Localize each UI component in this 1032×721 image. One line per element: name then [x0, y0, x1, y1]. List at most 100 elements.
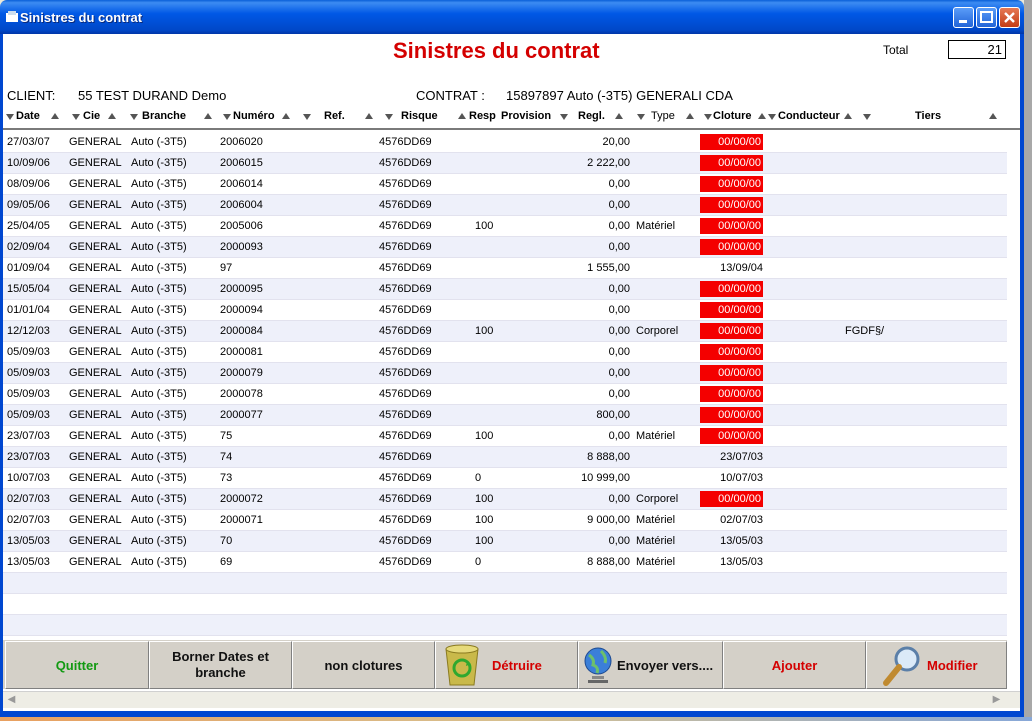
cell-cloture: 23/07/03 [720, 451, 763, 463]
cell-type: Matériel [636, 514, 676, 526]
table-row[interactable]: 08/09/06 GENERAL Auto (-3T5) 2006014 4576DD6… [3, 174, 1007, 195]
sort-asc-icon[interactable] [365, 113, 373, 119]
sort-desc-icon[interactable] [6, 114, 14, 120]
table-row[interactable]: 05/09/03 GENERAL Auto (-3T5) 2000077 4576DD6… [3, 405, 1007, 426]
scroll-left-icon[interactable]: ◀ [4, 693, 19, 707]
sort-asc-icon[interactable] [686, 113, 694, 119]
sort-asc-icon[interactable] [989, 113, 997, 119]
cell-date: 08/09/06 [7, 178, 50, 190]
sort-desc-icon[interactable] [704, 114, 712, 120]
table-row[interactable]: 01/09/04 GENERAL Auto (-3T5) 97 4576DD69 1 55… [3, 258, 1007, 279]
col-branche[interactable]: Branche [142, 110, 186, 122]
sort-desc-icon[interactable] [385, 114, 393, 120]
borner-dates-button[interactable]: Borner Dates et branche [149, 641, 292, 689]
cell-risque: 4576DD69 [379, 346, 432, 358]
table-row[interactable]: 10/09/06 GENERAL Auto (-3T5) 2006015 4576DD6… [3, 153, 1007, 174]
table-row[interactable]: 02/09/04 GENERAL Auto (-3T5) 2000093 4576DD6… [3, 237, 1007, 258]
table-row[interactable]: 02/07/03 GENERAL Auto (-3T5) 2000071 4576DD6… [3, 510, 1007, 531]
cell-risque: 4576DD69 [379, 283, 432, 295]
sort-asc-icon[interactable] [51, 113, 59, 119]
cell-cloture: 13/05/03 [720, 556, 763, 568]
minimize-button[interactable] [953, 7, 974, 28]
table-row[interactable]: 13/05/03 GENERAL Auto (-3T5) 69 4576DD69 0 Mat… [3, 552, 1007, 573]
table-row[interactable]: 05/09/03 GENERAL Auto (-3T5) 2000081 4576DD6… [3, 342, 1007, 363]
cell-type: Corporel [636, 325, 679, 337]
sort-asc-icon[interactable] [204, 113, 212, 119]
table-row[interactable]: 01/01/04 GENERAL Auto (-3T5) 2000094 4576DD6… [3, 300, 1007, 321]
horizontal-scrollbar[interactable]: ◀ ▶ [3, 691, 1020, 708]
col-numero[interactable]: Numéro [233, 110, 275, 122]
title-bar[interactable]: Sinistres du contrat [0, 0, 1024, 34]
sort-asc-icon[interactable] [615, 113, 623, 119]
table-row[interactable]: 25/04/05 GENERAL Auto (-3T5) 2005006 4576DD6… [3, 216, 1007, 237]
cell-cloture: 00/00/00 [700, 197, 763, 213]
col-conducteur[interactable]: Conducteur [778, 110, 840, 122]
detruire-button[interactable]: Détruire [435, 641, 578, 689]
envoyer-button[interactable]: Envoyer vers.... [578, 641, 723, 689]
table-row[interactable]: 23/07/03 GENERAL Auto (-3T5) 75 4576DD69 100 M… [3, 426, 1007, 447]
modifier-button[interactable]: Modifier [866, 641, 1007, 689]
sort-desc-icon[interactable] [303, 114, 311, 120]
sort-desc-icon[interactable] [768, 114, 776, 120]
cell-numero: 97 [220, 262, 233, 274]
cell-cie: GENERAL [69, 283, 122, 295]
table-row[interactable]: 09/05/06 GENERAL Auto (-3T5) 2006004 4576DD6… [3, 195, 1007, 216]
table-row[interactable]: 23/07/03 GENERAL Auto (-3T5) 74 4576DD69 8 88… [3, 447, 1007, 468]
cell-cloture: 13/09/04 [720, 262, 763, 274]
sort-desc-icon[interactable] [223, 114, 231, 120]
sort-asc-icon[interactable] [458, 113, 466, 119]
table-row[interactable]: 05/09/03 GENERAL Auto (-3T5) 2000079 4576DD6… [3, 363, 1007, 384]
sort-asc-icon[interactable] [758, 113, 766, 119]
cell-cie: GENERAL [69, 514, 122, 526]
maximize-button[interactable] [976, 7, 997, 28]
table-row[interactable]: 13/05/03 GENERAL Auto (-3T5) 70 4576DD69 100 M… [3, 531, 1007, 552]
sort-asc-icon[interactable] [108, 113, 116, 119]
col-date[interactable]: Date [16, 110, 40, 122]
col-regl[interactable]: Regl. [578, 110, 605, 122]
table-row[interactable]: 12/12/03 GENERAL Auto (-3T5) 2000084 4576DD6… [3, 321, 1007, 342]
cell-risque: 4576DD69 [379, 136, 432, 148]
close-button[interactable] [999, 7, 1020, 28]
sort-desc-icon[interactable] [637, 114, 645, 120]
col-ref[interactable]: Ref. [324, 110, 345, 122]
table-row[interactable]: 10/07/03 GENERAL Auto (-3T5) 73 4576DD69 0 10 … [3, 468, 1007, 489]
col-tiers[interactable]: Tiers [915, 110, 941, 122]
cell-branche: Auto (-3T5) [131, 325, 187, 337]
table-row[interactable]: 02/07/03 GENERAL Auto (-3T5) 2000072 4576DD6… [3, 489, 1007, 510]
col-type[interactable]: Type [651, 110, 675, 122]
sort-asc-icon[interactable] [844, 113, 852, 119]
cell-regl: 0,00 [608, 178, 630, 190]
cell-branche: Auto (-3T5) [131, 346, 187, 358]
quitter-button[interactable]: Quitter [5, 641, 149, 689]
sort-asc-icon[interactable] [282, 113, 290, 119]
cell-cloture: 00/00/00 [700, 134, 763, 150]
col-cloture[interactable]: Cloture [713, 110, 752, 122]
table-row[interactable]: 05/09/03 GENERAL Auto (-3T5) 2000078 4576DD6… [3, 384, 1007, 405]
table-row[interactable]: 15/05/04 GENERAL Auto (-3T5) 2000095 4576DD6… [3, 279, 1007, 300]
cell-branche: Auto (-3T5) [131, 430, 187, 442]
col-risque[interactable]: Risque [401, 110, 438, 122]
table-row[interactable]: 27/03/07 GENERAL Auto (-3T5) 2006020 4576DD6… [3, 132, 1007, 153]
cell-numero: 73 [220, 472, 233, 484]
column-header-row: Date Cie Branche Numéro Ref. Risque Resp… [3, 108, 1020, 128]
close-icon [1004, 12, 1015, 23]
col-resp[interactable]: Resp [469, 110, 496, 122]
cell-cloture: 00/00/00 [700, 302, 763, 318]
cell-cie: GENERAL [69, 367, 122, 379]
sort-desc-icon[interactable] [130, 114, 138, 120]
ajouter-button[interactable]: Ajouter [723, 641, 866, 689]
col-cie[interactable]: Cie [83, 110, 100, 122]
scroll-right-icon[interactable]: ▶ [989, 693, 1004, 707]
cell-numero: 2000084 [220, 325, 263, 337]
cell-cloture: 00/00/00 [700, 239, 763, 255]
sort-desc-icon[interactable] [560, 114, 568, 120]
cell-risque: 4576DD69 [379, 493, 432, 505]
cell-cloture: 00/00/00 [700, 386, 763, 402]
cell-cloture: 10/07/03 [720, 472, 763, 484]
sort-desc-icon[interactable] [72, 114, 80, 120]
col-provision[interactable]: Provision [501, 110, 551, 122]
non-clotures-button[interactable]: non clotures [292, 641, 435, 689]
sort-desc-icon[interactable] [863, 114, 871, 120]
cell-regl: 0,00 [608, 430, 630, 442]
cell-regl: 0,00 [608, 493, 630, 505]
